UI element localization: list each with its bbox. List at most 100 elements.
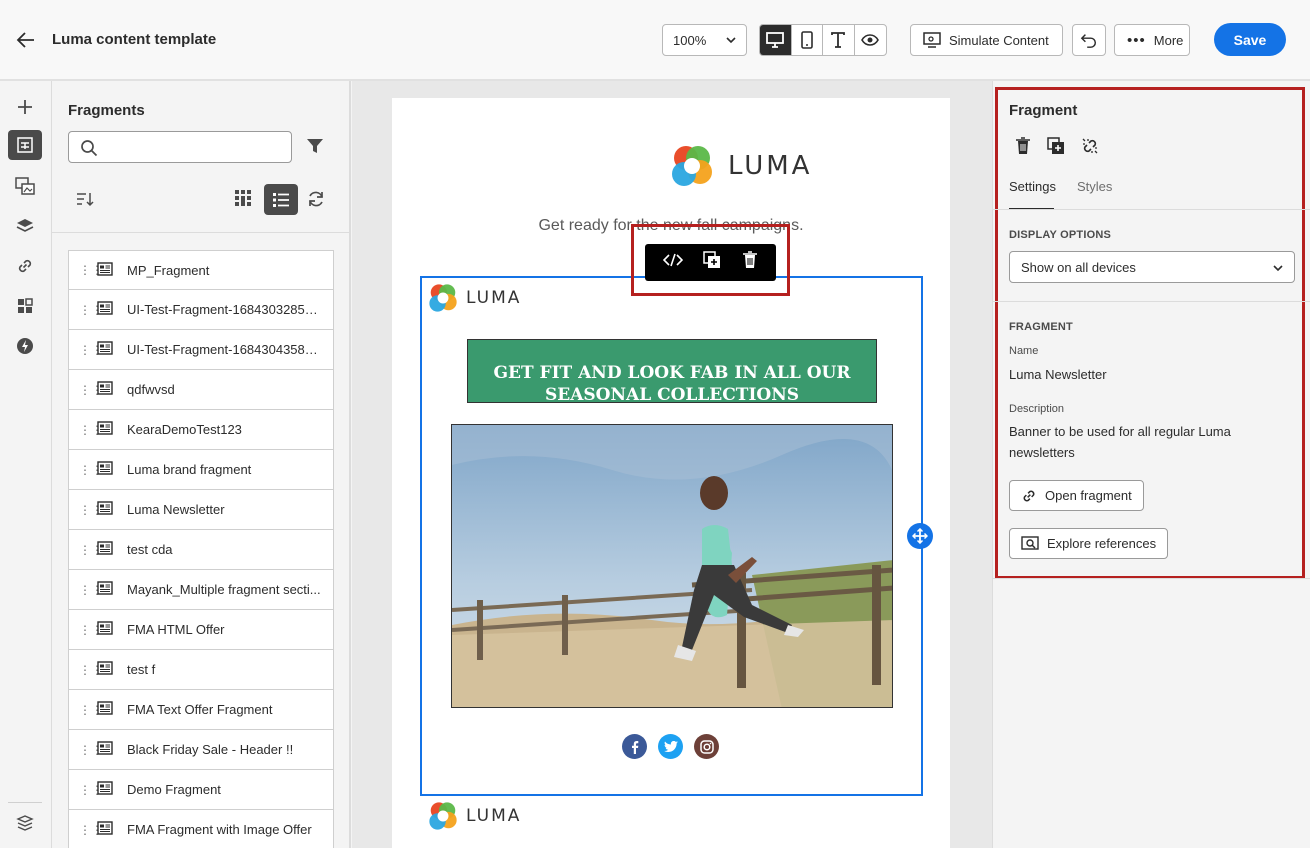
more-button[interactable]: ••• More [1114, 24, 1190, 56]
fragment-search[interactable] [68, 131, 292, 163]
luma-logo-icon [429, 802, 457, 830]
zoom-select[interactable]: 100% [662, 24, 747, 56]
layers-icon[interactable] [8, 211, 42, 241]
instagram-icon[interactable] [694, 734, 719, 759]
fragment-list-item[interactable]: ⋮⋮ FMA HTML Offer [68, 610, 334, 650]
filter-icon[interactable] [306, 137, 324, 160]
simulate-icon [923, 32, 941, 48]
fragments-rail-icon[interactable] [8, 130, 42, 160]
drag-handle-icon[interactable]: ⋮⋮ [79, 624, 103, 636]
drag-handle-icon[interactable]: ⋮⋮ [79, 424, 103, 436]
search-input[interactable] [105, 137, 285, 157]
fragment-list-item[interactable]: ⋮⋮ FMA Fragment with Image Offer [68, 810, 334, 848]
duplicate-icon[interactable] [1047, 137, 1065, 160]
drag-handle-icon[interactable]: ⋮⋮ [79, 304, 103, 316]
fragments-title: Fragments [68, 102, 145, 119]
link-icon [1023, 490, 1035, 501]
fragment-list-item[interactable]: ⋮⋮ Mayank_Multiple fragment secti... [68, 570, 334, 610]
fragment-name: MP_Fragment [127, 262, 210, 278]
undo-button[interactable] [1072, 24, 1106, 56]
list-view-button[interactable] [264, 184, 298, 215]
fragment-section-label: FRAGMENT [1009, 321, 1073, 333]
twitter-icon[interactable] [658, 734, 683, 759]
desktop-view-button[interactable] [760, 25, 792, 55]
code-icon[interactable] [663, 253, 684, 272]
drag-handle-icon[interactable]: ⋮⋮ [79, 344, 103, 356]
fragment-list-item[interactable]: ⋮⋮ Demo Fragment [68, 770, 334, 810]
fragment-icon [97, 581, 113, 598]
fragment-list-item[interactable]: ⋮⋮ test cda [68, 530, 334, 570]
sort-icon[interactable] [76, 191, 94, 212]
preview-button[interactable] [855, 25, 887, 55]
fragment-list-item[interactable]: ⋮⋮ qdfwvsd [68, 370, 334, 410]
fragment-icon [97, 621, 113, 638]
luma-footer-logo: LUMA [428, 801, 521, 831]
refresh-icon[interactable] [307, 190, 325, 213]
fragment-name: qdfwvsd [127, 382, 175, 397]
duplicate-icon[interactable] [703, 251, 721, 274]
back-arrow-icon[interactable] [14, 28, 38, 52]
fragment-list-item[interactable]: ⋮⋮ MP_Fragment [68, 250, 334, 290]
drag-handle-icon[interactable]: ⋮⋮ [79, 584, 103, 596]
link-icon[interactable] [8, 251, 42, 281]
drag-handle-icon[interactable]: ⋮⋮ [79, 824, 103, 836]
mobile-view-button[interactable] [792, 25, 823, 55]
save-button[interactable]: Save [1214, 23, 1286, 56]
name-value: Luma Newsletter [1009, 367, 1107, 382]
explore-references-button[interactable]: Explore references [1009, 528, 1169, 559]
tab-styles[interactable]: Styles [1077, 179, 1112, 194]
fragment-name: Black Friday Sale - Header !! [127, 742, 294, 757]
drag-handle-icon[interactable]: ⋮⋮ [79, 784, 103, 796]
components-icon[interactable] [8, 291, 42, 321]
device-view-group [759, 24, 887, 56]
fragment-icon [97, 381, 113, 398]
mobile-icon [800, 31, 813, 49]
simulate-content-button[interactable]: Simulate Content [910, 24, 1063, 56]
drag-handle-icon[interactable]: ⋮⋮ [79, 744, 103, 756]
drag-handle-icon[interactable]: ⋮⋮ [79, 664, 103, 676]
delete-icon[interactable] [1015, 137, 1031, 160]
luma-wordmark: LUMA [466, 288, 522, 308]
selected-fragment[interactable]: LUMA GET FIT AND LOOK FAB IN ALL OUR SEA… [420, 276, 923, 796]
fragment-list-item[interactable]: ⋮⋮ KearaDemoTest123 [68, 410, 334, 450]
drag-handle-icon[interactable]: ⋮⋮ [79, 504, 103, 516]
fragments-panel: Fragments ⋮⋮ MP_Fragment ⋮⋮ UI-Test-Fragmen… [52, 81, 351, 848]
promo-banner[interactable]: GET FIT AND LOOK FAB IN ALL OUR SEASONAL… [467, 339, 877, 405]
fragment-list-item[interactable]: ⋮⋮ Luma brand fragment [68, 450, 334, 490]
navigation-tree-icon[interactable] [8, 809, 42, 839]
fragment-name: KearaDemoTest123 [127, 422, 242, 437]
text-view-button[interactable] [823, 25, 855, 55]
fragment-list-item[interactable]: ⋮⋮ UI-Test-Fragment-168430328546... [68, 290, 334, 330]
display-options-select[interactable]: Show on all devices [1009, 251, 1295, 283]
explore-icon [1021, 535, 1039, 550]
add-icon[interactable] [8, 92, 42, 122]
thumbnail-view-icon[interactable] [234, 189, 252, 212]
move-icon [912, 528, 928, 544]
hero-image[interactable] [451, 424, 893, 708]
drag-handle-icon[interactable]: ⋮⋮ [79, 384, 103, 396]
fragment-list-item[interactable]: ⋮⋮ Black Friday Sale - Header !! [68, 730, 334, 770]
fragment-list-item[interactable]: ⋮⋮ UI-Test-Fragment-168430435899... [68, 330, 334, 370]
open-fragment-button[interactable]: Open fragment [1009, 480, 1144, 511]
fragment-list-item[interactable]: ⋮⋮ FMA Text Offer Fragment [68, 690, 334, 730]
drag-handle-icon[interactable]: ⋮⋮ [79, 264, 103, 276]
fragment-list-item[interactable]: ⋮⋮ Luma Newsletter [68, 490, 334, 530]
drag-handle-icon[interactable]: ⋮⋮ [79, 704, 103, 716]
fragment-list-item[interactable]: ⋮⋮ test f [68, 650, 334, 690]
open-fragment-label: Open fragment [1045, 488, 1132, 503]
add-component-handle[interactable] [907, 523, 933, 549]
fragment-name: test cda [127, 542, 173, 557]
assets-icon[interactable] [8, 171, 42, 201]
facebook-icon[interactable] [622, 734, 647, 759]
lightning-icon[interactable] [8, 331, 42, 361]
fragment-logo: LUMA [428, 283, 521, 313]
unlink-icon[interactable] [1081, 137, 1099, 160]
fragment-icon [97, 421, 113, 438]
drag-handle-icon[interactable]: ⋮⋮ [79, 464, 103, 476]
drag-handle-icon[interactable]: ⋮⋮ [79, 544, 103, 556]
fragment-icon [97, 781, 113, 798]
tab-settings[interactable]: Settings [1009, 179, 1056, 194]
delete-icon[interactable] [742, 251, 758, 274]
fragment-name: FMA Text Offer Fragment [127, 702, 273, 717]
fragment-icon [97, 661, 113, 678]
